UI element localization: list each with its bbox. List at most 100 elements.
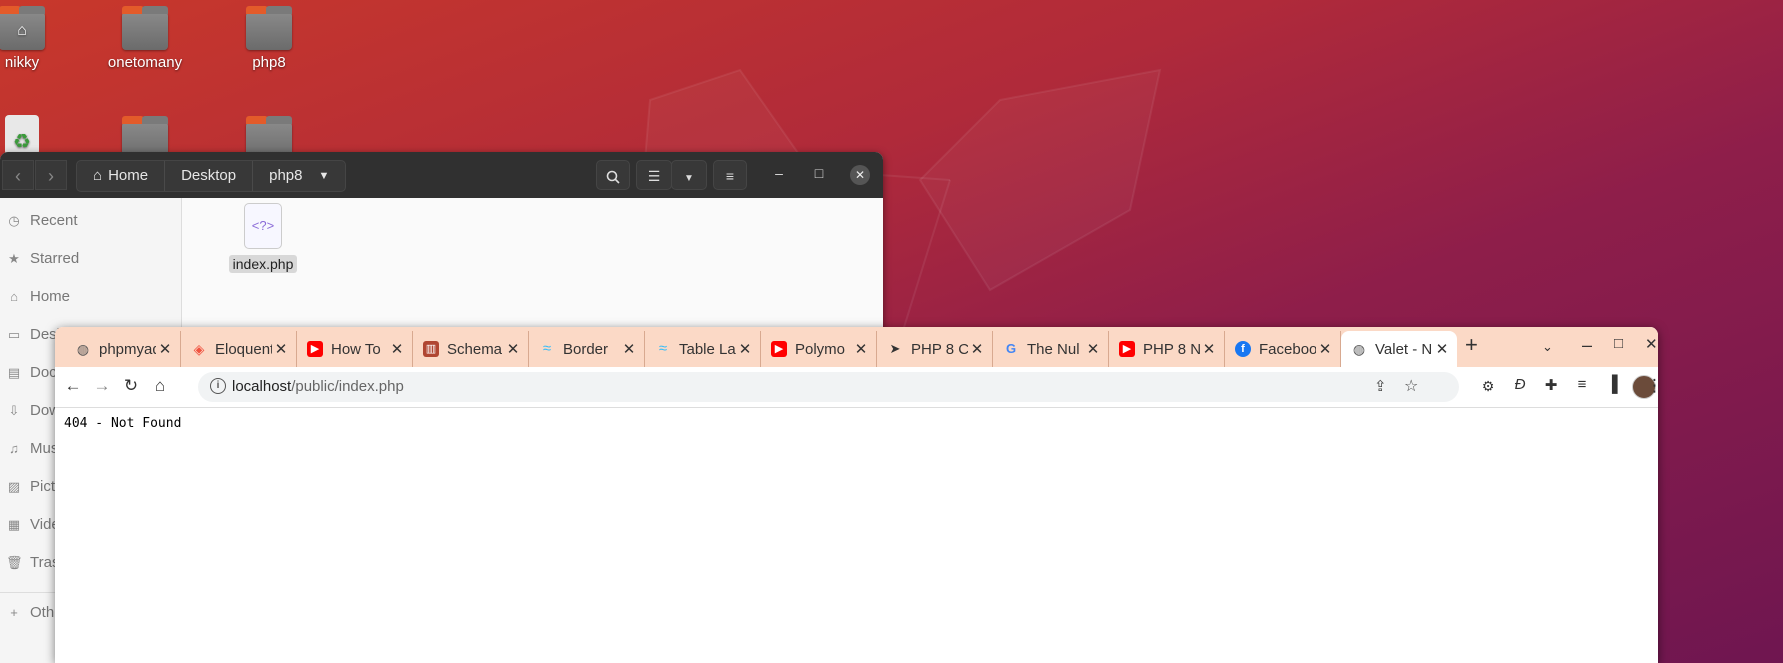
tab-close-icon[interactable]: ✕ (1200, 340, 1218, 358)
minimize-button[interactable]: – (1582, 335, 1592, 356)
desktop-icon-label: nikky (4, 54, 40, 71)
laravel-icon: ◈ (193, 341, 205, 357)
tab-close-icon[interactable]: ✕ (388, 340, 406, 358)
sidebar-item-pictures[interactable]: ▨ Pict (6, 474, 55, 500)
plus-icon: + (10, 605, 18, 620)
tailwind-icon: ≈ (658, 340, 668, 357)
view-list-button[interactable]: ☰ (636, 160, 672, 190)
tab-close-icon[interactable]: ✕ (736, 340, 754, 358)
desktop-icon-label: onetomany (107, 54, 183, 71)
puzzle-icon[interactable]: ✚ (1540, 376, 1562, 394)
facebook-icon: f (1235, 341, 1251, 357)
tab-close-icon[interactable]: ✕ (1316, 340, 1334, 358)
forward-button[interactable]: › (35, 160, 67, 190)
crumb-php8[interactable]: php8 ▼ (253, 161, 345, 191)
search-button[interactable] (596, 160, 630, 190)
browser-tab[interactable]: ▶ How To ✕ (297, 331, 413, 367)
maximize-button[interactable]: □ (809, 165, 829, 181)
browser-tab[interactable]: G The Nul ✕ (993, 331, 1109, 367)
address-bar[interactable]: i localhost/public/index.php ⇪ ☆ (198, 372, 1459, 402)
minimize-button[interactable]: – (769, 165, 789, 181)
browser-tab[interactable]: fFacebook✕ (1225, 331, 1341, 367)
google-icon: G (1005, 341, 1017, 356)
file-item[interactable]: <?> index.php (225, 203, 301, 274)
tab-close-icon[interactable]: ✕ (852, 340, 870, 358)
desktop-icon-php8[interactable]: php8 (214, 6, 324, 71)
desktop-icon-home[interactable]: ⌂ nikky (0, 6, 77, 71)
sidebar-item-videos[interactable]: ▦ Vide (6, 512, 60, 538)
youtube-icon: ▶ (771, 341, 787, 357)
crumb-home[interactable]: ⌂ Home (77, 161, 166, 191)
site-info-icon[interactable]: i (210, 378, 226, 394)
sidebar-item-downloads[interactable]: ⇩ Dow (6, 398, 60, 424)
file-manager-headerbar: ‹ › ⌂ Home Desktop php8 ▼ ☰ ▼ ≡ – □ ✕ (0, 152, 883, 198)
page-text: 404 - Not Found (64, 416, 182, 431)
tab-close-icon[interactable]: ✕ (504, 340, 522, 358)
send-icon: ➤ (889, 341, 901, 356)
maximize-button[interactable]: □ (1614, 335, 1623, 352)
recycle-icon: ♻ (5, 115, 39, 155)
browser-tab[interactable]: ◍phpmyadmin✕ (65, 331, 181, 367)
tab-close-icon[interactable]: ✕ (272, 340, 290, 358)
browser-tab[interactable]: ▶ Polymo ✕ (761, 331, 877, 367)
search-icon (606, 170, 620, 184)
sidebar-item-music[interactable]: ♫ Musi (6, 436, 62, 462)
home-folder-icon: ⌂ (0, 6, 45, 50)
menu-button[interactable]: ≡ (713, 160, 747, 190)
bookmark-star-icon[interactable]: ☆ (1404, 376, 1418, 396)
tab-close-icon[interactable]: ✕ (1433, 340, 1451, 358)
home-button[interactable]: ⌂ (149, 376, 171, 396)
sidebar-item-home[interactable]: ⌂ Home (6, 284, 70, 310)
reload-icon: ↻ (123, 376, 139, 395)
back-button[interactable]: ← (62, 376, 84, 396)
browser-tab[interactable]: ≈ Table La ✕ (645, 331, 761, 367)
trello-icon: ▥ (423, 341, 439, 357)
desktop-icon-trash[interactable]: ♻ (0, 115, 77, 155)
browser-tab[interactable]: ◈ Eloquent ✕ (181, 331, 297, 367)
arrow-right-icon: → (93, 376, 111, 395)
video-icon: ▦ (7, 517, 21, 532)
forward-button[interactable]: → (91, 376, 113, 396)
sidebar-item-recent[interactable]: ◷ Recent (6, 208, 77, 234)
youtube-icon: ▶ (1119, 341, 1135, 357)
browser-toolbar: ← → ↻ ⌂ i localhost/public/index.php ⇪ ☆… (55, 367, 1658, 408)
tab-close-icon[interactable]: ✕ (156, 340, 174, 358)
page-content: 404 - Not Found (55, 408, 1658, 439)
extension-d-icon[interactable]: Ð (1509, 376, 1531, 393)
folder-icon (246, 6, 292, 50)
tab-search-button[interactable]: ⌄ (1542, 339, 1553, 355)
close-button[interactable]: ✕ (1645, 335, 1658, 353)
browser-tab[interactable]: ▥ Schema ✕ (413, 331, 529, 367)
sidebar-item-starred[interactable]: ★ Starred (6, 246, 79, 272)
tab-close-icon[interactable]: ✕ (1084, 340, 1102, 358)
document-icon: ▤ (7, 365, 21, 380)
close-button[interactable]: ✕ (850, 165, 870, 185)
browser-tab[interactable]: ▶ PHP 8 N ✕ (1109, 331, 1225, 367)
crumb-desktop[interactable]: Desktop (165, 161, 254, 191)
desktop-icon: ▭ (7, 327, 21, 342)
browser-tab-active[interactable]: ◍ Valet - N ✕ (1341, 331, 1457, 367)
breadcrumb: ⌂ Home Desktop php8 ▼ (76, 160, 347, 192)
sidebar-item-other-locations[interactable]: + Oth (6, 600, 54, 626)
tab-close-icon[interactable]: ✕ (968, 340, 986, 358)
view-options-button[interactable]: ▼ (671, 160, 707, 190)
extension-icon[interactable]: ⚙ (1477, 378, 1499, 395)
youtube-icon: ▶ (307, 341, 323, 357)
share-icon[interactable]: ⇪ (1374, 377, 1387, 395)
browser-tab[interactable]: ➤ PHP 8 C ✕ (877, 331, 993, 367)
sidebar-item-trash[interactable]: 🗑 Tras (6, 550, 59, 576)
reload-button[interactable]: ↻ (120, 376, 142, 396)
kebab-menu-icon[interactable]: ⋮ (1646, 376, 1658, 396)
new-tab-button[interactable]: + (1465, 332, 1478, 358)
back-button[interactable]: ‹ (2, 160, 34, 190)
chevron-down-icon: ▼ (318, 170, 330, 182)
list-icon: ☰ (647, 168, 661, 184)
browser-tab[interactable]: ≈ Border ✕ (529, 331, 645, 367)
media-control-icon[interactable]: ≡ (1571, 376, 1593, 393)
folder-icon (122, 6, 168, 50)
tab-close-icon[interactable]: ✕ (620, 340, 638, 358)
globe-icon: ◍ (76, 341, 90, 357)
tailwind-icon: ≈ (542, 340, 552, 357)
desktop-icon-onetomany[interactable]: onetomany (90, 6, 200, 71)
side-panel-icon[interactable]: ▐ (1601, 376, 1623, 394)
